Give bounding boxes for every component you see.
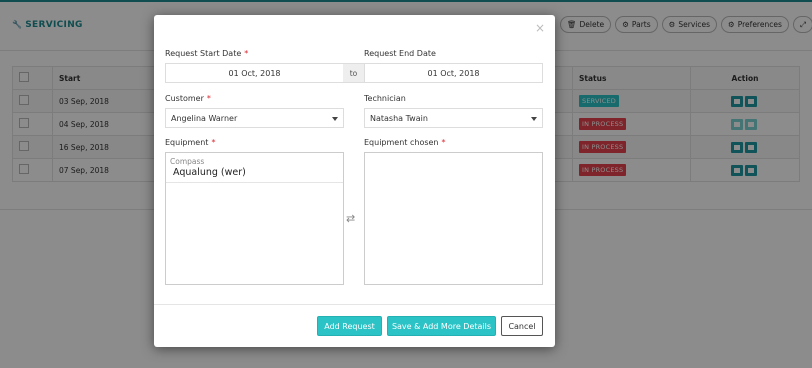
modal-footer-divider	[154, 304, 555, 305]
cancel-button[interactable]: Cancel	[501, 316, 543, 336]
equipment-chosen-list[interactable]	[364, 152, 543, 285]
equipment-label: Equipment *	[165, 138, 216, 147]
close-icon[interactable]: ×	[535, 22, 545, 34]
end-date-input[interactable]: 01 Oct, 2018	[364, 63, 543, 83]
equipment-option[interactable]: Aqualung (wer)	[166, 165, 343, 183]
new-request-modal: × Request Start Date * 01 Oct, 2018 to Re…	[154, 15, 555, 347]
technician-label: Technician	[364, 94, 406, 103]
chevron-down-icon	[531, 117, 537, 121]
technician-select[interactable]: Natasha Twain	[364, 108, 543, 128]
equipment-group-label: Compass	[170, 157, 205, 166]
end-date-label: Request End Date	[364, 49, 436, 58]
start-date-label: Request Start Date *	[165, 49, 249, 58]
equipment-list[interactable]: Compass Aqualung (wer)	[165, 152, 344, 285]
save-add-more-button[interactable]: Save & Add More Details	[387, 316, 496, 336]
customer-label: Customer *	[165, 94, 211, 103]
add-request-button[interactable]: Add Request	[317, 316, 382, 336]
equipment-chosen-label: Equipment chosen *	[364, 138, 446, 147]
transfer-arrows-icon[interactable]: ⇄	[346, 212, 355, 225]
start-date-input[interactable]: 01 Oct, 2018	[165, 63, 344, 83]
date-range-separator: to	[343, 63, 364, 83]
chevron-down-icon	[332, 117, 338, 121]
customer-select[interactable]: Angelina Warner	[165, 108, 344, 128]
